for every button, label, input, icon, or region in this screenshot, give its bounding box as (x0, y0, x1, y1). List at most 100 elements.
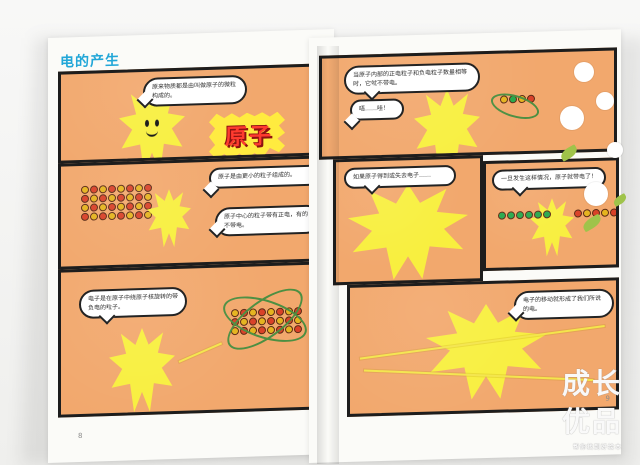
flower-decoration (560, 106, 584, 130)
particle (231, 326, 239, 336)
particle (108, 193, 116, 203)
speech-bubble: 原子是由更小的粒子组成的。 (209, 164, 319, 189)
particle (267, 325, 275, 335)
particle (509, 95, 517, 104)
particle (498, 211, 506, 220)
watermark: 成长 优品 帮你找到好绘本 (562, 362, 622, 451)
particle (249, 317, 257, 326)
motion-arrow (178, 342, 223, 363)
particle (117, 202, 125, 211)
page-title: 电的产生 (60, 52, 120, 71)
watermark-line-2: 优品 (561, 405, 622, 438)
particle (267, 316, 275, 326)
particle (108, 211, 116, 221)
particle (240, 317, 248, 326)
particle (81, 185, 89, 194)
particle (240, 326, 248, 335)
particle (267, 307, 275, 317)
left-page: 电的产生 原来物质都是由叫做原子的微粒构成的。 原子 原子是由更小的粒子组成的。… (48, 29, 334, 464)
particle (601, 208, 609, 217)
particle (135, 202, 143, 211)
particle (258, 317, 266, 326)
particle (90, 212, 98, 221)
particle (126, 202, 134, 211)
particle (81, 203, 89, 212)
particle (144, 183, 152, 192)
particle (126, 184, 134, 193)
particle (135, 193, 143, 202)
flower-decoration (584, 182, 608, 206)
particle (534, 210, 542, 219)
particle (135, 184, 143, 193)
spark-character (109, 327, 175, 413)
particle (99, 194, 107, 203)
eye-icon (145, 120, 149, 127)
particle (81, 212, 89, 221)
particle (583, 209, 591, 218)
particle (285, 316, 293, 325)
speech-bubble: 电子是在原子中绕原子核旋转的带负电的粒子。 (79, 286, 187, 320)
orbit-ring (217, 287, 313, 351)
particle (610, 208, 618, 217)
particle (90, 194, 98, 203)
particle (117, 184, 125, 193)
lightning-line (363, 369, 594, 382)
particle (276, 316, 284, 325)
flower-decoration (607, 142, 623, 158)
particle (117, 211, 125, 220)
particle (500, 95, 508, 104)
speech-bubble: 唔……哇！ (350, 98, 404, 121)
atom-cluster (231, 307, 302, 336)
particle (90, 185, 98, 194)
left-panel-bottom: 电子是在原子中绕原子核旋转的带负电的粒子。 (58, 261, 326, 418)
speech-bubble: 如果原子得到或失去电子…… (344, 164, 456, 189)
particle (144, 210, 152, 219)
particle (117, 193, 125, 202)
particle (126, 211, 134, 220)
particle (518, 94, 526, 104)
particle (144, 201, 152, 210)
particle (525, 210, 533, 219)
watermark-line-1: 成长 (561, 367, 622, 400)
particle (126, 193, 134, 202)
right-panel-top: 当原子内部的正电粒子和负电粒子数量相等时，它就不带电。 唔……哇！ (319, 47, 617, 160)
orbit-ring (218, 277, 312, 361)
particle (294, 307, 302, 316)
mouth-icon (146, 128, 158, 136)
spark-character (348, 183, 468, 281)
particle (276, 325, 284, 334)
particle (99, 185, 107, 194)
speech-bubble: 电子的移动就形成了我们所说的电。 (514, 288, 614, 321)
particle (285, 307, 293, 316)
particle (99, 212, 107, 221)
particle (516, 210, 524, 220)
particle (108, 184, 116, 194)
atom-cluster (81, 183, 152, 221)
particle (276, 307, 284, 316)
particle (249, 308, 257, 317)
particle (144, 192, 152, 201)
particle (285, 325, 293, 334)
spark-character (147, 189, 191, 248)
atom-cluster (498, 210, 569, 220)
left-panel-middle: 原子是由更小的粒子组成的。 原子中心的粒子带有正电，有的不带电。 (58, 155, 326, 270)
photo-scene: 电的产生 原来物质都是由叫做原子的微粒构成的。 原子 原子是由更小的粒子组成的。… (0, 0, 640, 465)
page-number-left: 8 (78, 431, 83, 441)
particle (90, 203, 98, 212)
orbit-ring (487, 88, 543, 124)
spark-character (414, 88, 480, 159)
particle (258, 326, 266, 335)
particle (543, 210, 551, 219)
particle (258, 308, 266, 317)
speech-bubble: 当原子内部的正电粒子和负电粒子数量相等时，它就不带电。 (344, 62, 480, 96)
particle (240, 308, 248, 317)
eye-icon (155, 119, 159, 126)
speech-bubble: 原来物质都是由叫做原子的微粒构成的。 (143, 74, 247, 108)
lightning-line (359, 325, 605, 360)
speech-bubble: 原子中心的粒子带有正电，有的不带电。 (215, 204, 321, 238)
atom-label: 原子 (225, 123, 274, 151)
watermark-line-3: 帮你找到好绘本 (572, 444, 622, 451)
particle (294, 316, 302, 325)
particle (231, 317, 239, 327)
particle (81, 194, 89, 203)
